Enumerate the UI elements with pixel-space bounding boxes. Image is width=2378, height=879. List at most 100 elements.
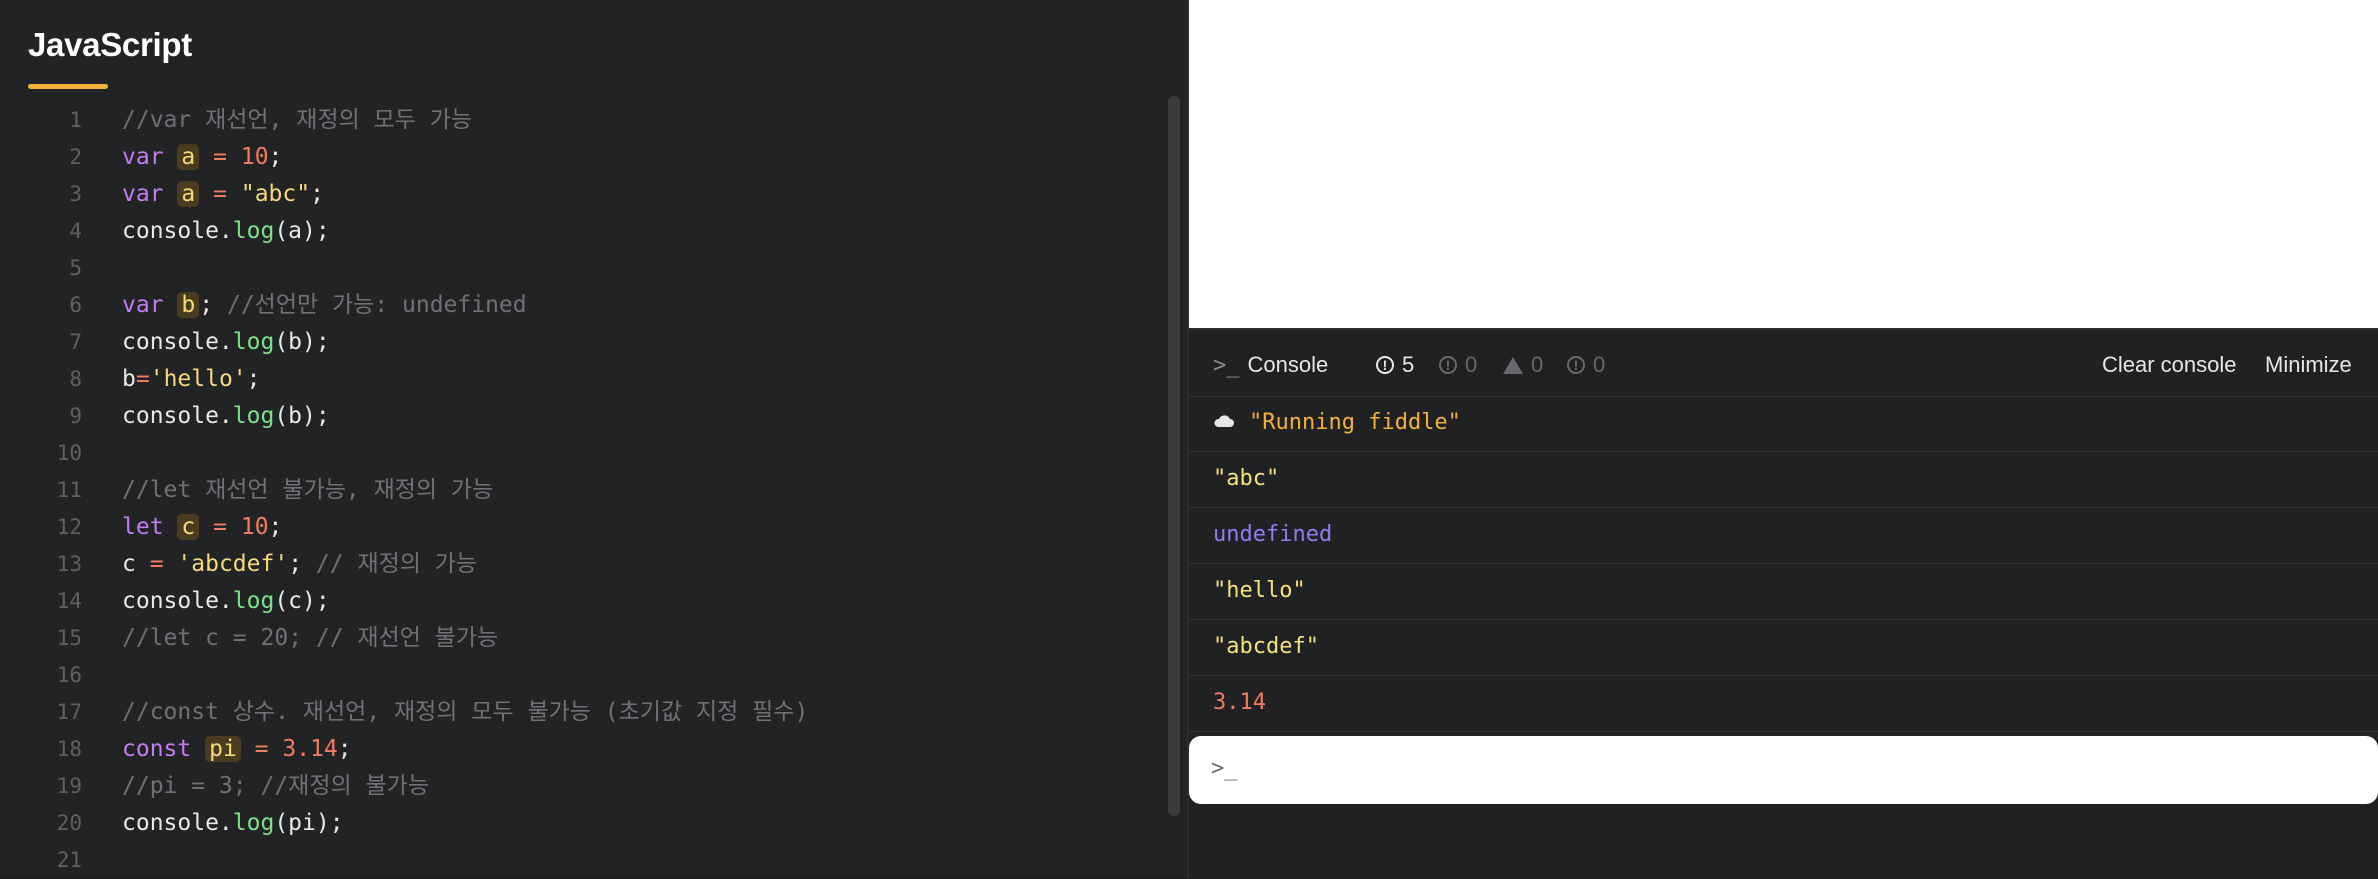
code-text: var b; //선언만 가능: undefined xyxy=(122,287,527,324)
code-text: console.log(b); xyxy=(122,398,330,435)
code-text: //let c = 20; // 재선언 불가능 xyxy=(122,620,498,657)
code-line[interactable]: 3 var a = "abc"; xyxy=(0,176,1160,213)
code-line[interactable]: 7 console.log(b); xyxy=(0,324,1160,361)
editor-scrollbar[interactable] xyxy=(1168,96,1180,816)
code-token: a xyxy=(177,144,200,170)
code-token: 'abcdef' xyxy=(177,551,289,577)
console-log-value: "hello" xyxy=(1213,578,1306,603)
console-input[interactable]: >_ xyxy=(1189,736,2378,804)
code-text: c = 'abcdef'; // 재정의 가능 xyxy=(122,546,477,583)
minimize-button[interactable]: Minimize xyxy=(2265,352,2352,378)
code-token: //let c = 20; // 재선언 불가능 xyxy=(122,625,499,651)
code-token: = xyxy=(213,514,227,540)
line-number: 12 xyxy=(56,515,82,539)
code-line[interactable]: 14 console.log(c); xyxy=(0,583,1160,620)
code-line[interactable]: 16 xyxy=(0,657,1160,694)
console-log-row: "hello" xyxy=(1189,563,2378,620)
code-token: ; xyxy=(337,736,352,762)
code-line[interactable]: 6 var b; //선언만 가능: undefined xyxy=(0,287,1160,324)
line-number: 6 xyxy=(69,293,82,317)
line-number: 21 xyxy=(56,848,82,872)
code-token: ; xyxy=(268,514,283,540)
code-token: console. xyxy=(122,329,233,355)
log-icon xyxy=(1376,354,1394,376)
code-token: 10 xyxy=(240,144,269,170)
log-count-filter[interactable]: 5 xyxy=(1376,352,1414,378)
code-line[interactable]: 2 var a = 10; xyxy=(0,139,1160,176)
code-text: var a = 10; xyxy=(122,139,282,176)
code-line[interactable]: 10 xyxy=(0,435,1160,472)
console-log-row: "abc" xyxy=(1189,451,2378,508)
line-number: 10 xyxy=(56,441,82,465)
code-text: //var 재선언, 재정의 모두 가능 xyxy=(122,102,472,139)
code-line[interactable]: 12 let c = 10; xyxy=(0,509,1160,546)
log-count: 5 xyxy=(1402,352,1415,377)
code-line[interactable]: 8 b='hello'; xyxy=(0,361,1160,398)
code-token: //pi = 3; //재정의 불가능 xyxy=(122,773,429,799)
code-token: "abc" xyxy=(240,181,311,207)
error-count-filter[interactable]: 0 xyxy=(1567,352,1605,378)
line-number: 8 xyxy=(69,367,82,391)
editor-tab-title[interactable]: JavaScript xyxy=(28,26,192,64)
code-line[interactable]: 4 console.log(a); xyxy=(0,213,1160,250)
code-token: const xyxy=(122,736,192,762)
code-line[interactable]: 17 //const 상수. 재선언, 재정의 모두 불가능 (초기값 지정 필수… xyxy=(0,694,1160,731)
code-token: c xyxy=(122,551,150,577)
cloud-icon xyxy=(1214,415,1234,427)
clear-console-label: Clear console xyxy=(2102,352,2237,377)
info-count-filter[interactable]: 0 xyxy=(1439,352,1477,378)
code-area[interactable]: 1 //var 재선언, 재정의 모두 가능 2 var a = 10; 3 var a … xyxy=(0,102,1160,879)
code-token: log xyxy=(232,218,275,244)
clear-console-button[interactable]: Clear console xyxy=(2102,352,2237,378)
console-log-value: 3.14 xyxy=(1213,690,1266,715)
code-token: //let 재선언 불가능, 재정의 가능 xyxy=(122,477,494,503)
code-token: //선언만 가능: undefined xyxy=(226,292,527,318)
console-log-value: "abc" xyxy=(1213,466,1280,491)
code-line[interactable]: 20 console.log(pi); xyxy=(0,805,1160,842)
code-editor-pane: JavaScript 1 //var 재선언, 재정의 모두 가능 2 var a =… xyxy=(0,0,1187,878)
warning-count-filter[interactable]: 0 xyxy=(1503,352,1543,378)
code-line[interactable]: 19 //pi = 3; //재정의 불가능 xyxy=(0,768,1160,805)
code-line[interactable]: 11 //let 재선언 불가능, 재정의 가능 xyxy=(0,472,1160,509)
line-number: 20 xyxy=(56,811,82,835)
code-token: (c); xyxy=(274,588,330,614)
code-line[interactable]: 21 xyxy=(0,842,1160,879)
info-count: 0 xyxy=(1465,352,1478,377)
code-token: ; xyxy=(268,144,283,170)
code-line[interactable]: 18 const pi = 3.14; xyxy=(0,731,1160,768)
line-number: 5 xyxy=(69,256,82,280)
code-line[interactable]: 5 xyxy=(0,250,1160,287)
code-token: var xyxy=(122,144,164,170)
code-token: 10 xyxy=(240,514,269,540)
code-token: = xyxy=(213,181,227,207)
code-line[interactable]: 15 //let c = 20; // 재선언 불가능 xyxy=(0,620,1160,657)
code-token: let xyxy=(122,514,164,540)
code-token: log xyxy=(232,588,275,614)
code-text: console.log(b); xyxy=(122,324,330,361)
code-token: b xyxy=(177,292,200,318)
code-line[interactable]: 13 c = 'abcdef'; // 재정의 가능 xyxy=(0,546,1160,583)
minimize-label: Minimize xyxy=(2265,352,2352,377)
terminal-prompt-icon: >_ xyxy=(1213,352,1240,378)
code-token: log xyxy=(232,403,275,429)
code-token: // 재정의 가능 xyxy=(315,551,478,577)
line-number: 16 xyxy=(56,663,82,687)
code-line[interactable]: 1 //var 재선언, 재정의 모두 가능 xyxy=(0,102,1160,139)
code-token: //var 재선언, 재정의 모두 가능 xyxy=(122,107,473,133)
console-panel: >_ Console 5 0 0 0 Clear console Minimiz… xyxy=(1189,328,2378,878)
code-text: //const 상수. 재선언, 재정의 모두 불가능 (초기값 지정 필수) xyxy=(122,694,808,731)
warning-count: 0 xyxy=(1531,352,1544,377)
code-token: ; xyxy=(199,292,227,318)
code-line[interactable]: 9 console.log(b); xyxy=(0,398,1160,435)
console-header: >_ Console 5 0 0 0 Clear console Minimiz… xyxy=(1189,328,2378,397)
code-token: var xyxy=(122,292,164,318)
code-text: //let 재선언 불가능, 재정의 가능 xyxy=(122,472,493,509)
